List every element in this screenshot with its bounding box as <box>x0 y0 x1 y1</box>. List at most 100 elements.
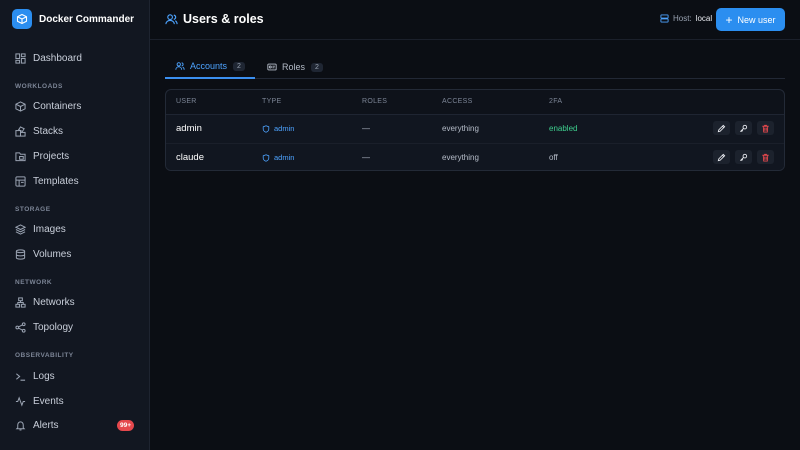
column-header-type: TYPE <box>262 98 282 105</box>
users-table: USER TYPE ROLES ACCESS 2FA admin admin —… <box>165 89 785 171</box>
tab-label: Accounts <box>190 61 228 71</box>
users-icon <box>165 14 178 25</box>
host-value: local <box>695 14 713 23</box>
sidebar-item-label: Containers <box>33 100 82 112</box>
key-icon <box>740 124 748 132</box>
section-label-workloads: WORKLOADS <box>15 83 63 90</box>
trash-icon <box>762 124 769 133</box>
sidebar-item-label: Networks <box>33 296 75 308</box>
trash-icon <box>762 153 769 162</box>
sidebar-item-label: Events <box>33 395 64 407</box>
column-header-access: ACCESS <box>442 98 473 105</box>
alerts-count-badge: 99+ <box>116 420 134 431</box>
containers-icon <box>15 100 26 112</box>
sidebar-item-networks[interactable]: Networks <box>0 291 150 313</box>
host-label: Host: <box>673 14 692 23</box>
projects-icon <box>15 151 26 161</box>
sidebar: Docker Commander Dashboard WORKLOADS Con… <box>0 0 150 450</box>
row-actions <box>713 121 774 135</box>
reset-password-button[interactable] <box>735 121 752 135</box>
stacks-icon <box>15 125 26 137</box>
share-icon <box>15 321 26 333</box>
row-actions <box>713 150 774 164</box>
sidebar-item-label: Logs <box>33 370 55 382</box>
tfa-status: enabled <box>549 124 578 133</box>
delete-button[interactable] <box>757 150 774 164</box>
column-header-roles: ROLES <box>362 98 388 105</box>
sidebar-item-label: Topology <box>33 321 74 333</box>
tab-count-badge: 2 <box>311 62 323 72</box>
column-header-2fa: 2FA <box>549 98 563 105</box>
access-value: everything <box>442 124 479 133</box>
layers-icon <box>15 223 26 235</box>
shield-icon <box>262 124 270 133</box>
section-label-observability: OBSERVABILITY <box>15 352 74 359</box>
tab-count-badge: 2 <box>233 61 245 71</box>
user-name: claude <box>176 152 204 163</box>
key-icon <box>740 153 748 161</box>
access-value: everything <box>442 153 479 162</box>
sidebar-item-label: Dashboard <box>33 52 82 64</box>
sidebar-item-dashboard[interactable]: Dashboard <box>0 47 150 69</box>
app-name: Docker Commander <box>39 13 135 25</box>
edit-button[interactable] <box>713 150 730 164</box>
sidebar-item-templates[interactable]: Templates <box>0 170 150 192</box>
new-user-label: New user <box>737 14 776 25</box>
user-name: admin <box>176 123 202 134</box>
docker-logo-icon <box>12 9 32 29</box>
tab-roles[interactable]: Roles 2 <box>267 55 323 79</box>
type-label: admin <box>274 153 295 162</box>
brand[interactable]: Docker Commander <box>0 0 149 38</box>
sidebar-item-alerts[interactable]: Alerts 99+ <box>0 414 150 436</box>
sidebar-item-images[interactable]: Images <box>0 218 150 240</box>
sidebar-item-volumes[interactable]: Volumes <box>0 243 150 265</box>
roles-value: — <box>362 124 370 133</box>
sidebar-item-label: Templates <box>33 175 79 187</box>
table-row[interactable]: claude admin — everything off <box>166 143 784 170</box>
sidebar-item-label: Alerts <box>33 419 59 431</box>
table-row[interactable]: admin admin — everything enabled <box>166 115 784 143</box>
sidebar-item-label: Projects <box>33 150 70 162</box>
shield-icon <box>262 153 270 162</box>
sidebar-item-stacks[interactable]: Stacks <box>0 120 150 142</box>
templates-icon <box>15 175 26 187</box>
server-icon <box>660 14 669 23</box>
bell-icon <box>15 420 26 431</box>
sidebar-item-logs[interactable]: Logs <box>0 365 150 387</box>
type-badge: admin <box>262 124 294 133</box>
column-header-user: USER <box>176 98 197 105</box>
sidebar-item-events[interactable]: Events <box>0 390 150 412</box>
plus-icon: + <box>725 12 733 27</box>
tab-accounts[interactable]: Accounts 2 <box>165 55 255 79</box>
roles-value: — <box>362 153 370 162</box>
type-badge: admin <box>262 153 294 162</box>
dashboard-icon <box>15 52 26 64</box>
tab-label: Roles <box>282 62 306 72</box>
tfa-status: off <box>549 153 558 162</box>
database-icon <box>15 248 26 260</box>
terminal-icon <box>16 372 26 381</box>
page-title: Users & roles <box>183 12 264 26</box>
tab-bar: Accounts 2 Roles 2 <box>165 55 785 79</box>
edit-button[interactable] <box>713 121 730 135</box>
users-icon <box>175 62 185 70</box>
sidebar-item-label: Stacks <box>33 125 64 137</box>
delete-button[interactable] <box>757 121 774 135</box>
id-card-icon <box>267 63 277 71</box>
reset-password-button[interactable] <box>735 150 752 164</box>
network-icon <box>15 296 26 308</box>
pencil-icon <box>717 153 726 161</box>
sidebar-item-projects[interactable]: Projects <box>0 145 150 167</box>
sidebar-item-topology[interactable]: Topology <box>0 316 150 338</box>
pencil-icon <box>717 124 726 132</box>
table-header: USER TYPE ROLES ACCESS 2FA <box>166 90 784 115</box>
page-header: Users & roles Host: local + New user <box>150 0 800 40</box>
host-selector[interactable]: Host: local <box>660 14 712 23</box>
sidebar-item-containers[interactable]: Containers <box>0 95 150 117</box>
new-user-button[interactable]: + New user <box>716 8 785 31</box>
type-label: admin <box>274 124 295 133</box>
section-label-network: NETWORK <box>15 279 53 286</box>
activity-icon <box>15 395 26 407</box>
sidebar-item-label: Images <box>33 223 66 235</box>
sidebar-item-label: Volumes <box>33 248 72 260</box>
